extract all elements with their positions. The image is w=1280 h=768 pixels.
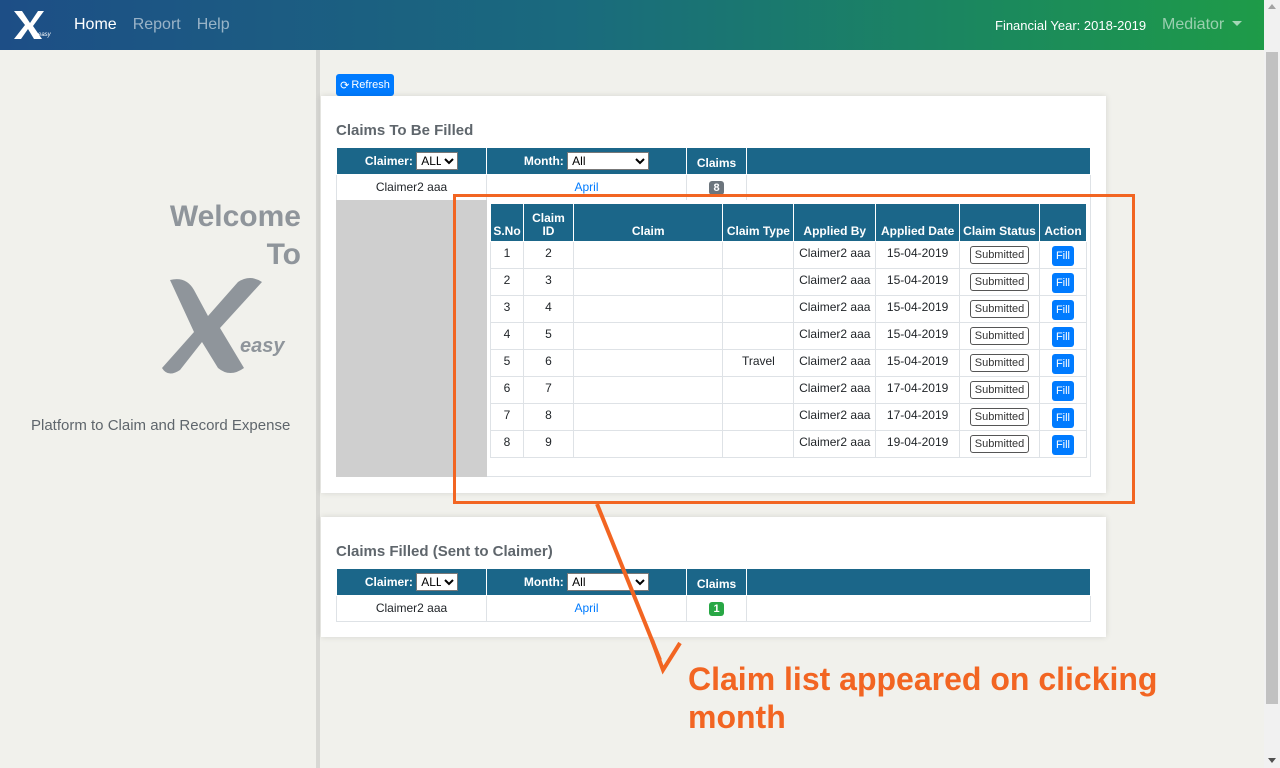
month-link[interactable]: April [574,180,598,194]
to-line: To [266,238,301,271]
welcome-heading: Welcome To [170,198,301,274]
refresh-icon: ⟳ [340,79,350,92]
nav-home[interactable]: Home [66,16,125,34]
filled-month-select[interactable]: All [567,572,650,591]
scroll-down-icon[interactable] [1268,758,1276,763]
user-menu[interactable]: Mediator [1162,16,1243,34]
caret-down-icon [1232,21,1243,26]
claims-count-badge: 8 [709,180,724,195]
to-be-filled-summary-table: Claimer: ALL Month: All Claims Claimer2 … [336,148,1091,201]
filled-month-cell: April [486,594,687,622]
welcome-line: Welcome [169,200,301,233]
month-select[interactable]: All [567,151,650,170]
filled-month-filter-header: Month: All [486,569,687,596]
refresh-label: Refresh [351,79,390,91]
filled-empty-cell [746,594,1091,622]
panel-divider [316,50,320,768]
claims-header: Claims [686,148,747,175]
scroll-thumb[interactable] [1266,52,1278,704]
tagline: Platform to Claim and Record Expense [31,417,291,434]
svg-text:easy: easy [38,32,52,38]
financial-year: Financial Year: 2018-2019 [995,18,1147,33]
filled-claims-header: Claims [686,569,747,596]
claimer-filter-header: Claimer: ALL [336,148,487,175]
filled-claimer-label: Claimer: [364,574,413,589]
user-name: Mediator [1162,16,1225,33]
claimer-label: Claimer: [364,153,413,168]
filled-month-link[interactable]: April [574,601,598,615]
filled-claimer-cell: Claimer2 aaa [336,594,487,622]
annotation-highlight-box [453,194,1135,504]
section-title-to-be-filled: Claims To Be Filled [336,122,474,139]
empty-header [746,148,1091,175]
filled-claims-count-badge: 1 [709,601,724,616]
xeasy-logo: easy [160,276,295,381]
month-filter-header: Month: All [486,148,687,175]
month-label: Month: [523,153,564,168]
refresh-button[interactable]: ⟳ Refresh [336,74,394,96]
filled-claimer-select[interactable]: ALL [416,572,459,591]
scroll-up-icon[interactable] [1268,4,1276,9]
nav-report[interactable]: Report [125,16,189,34]
annotation-text: Claim list appeared on clicking month [688,661,1158,735]
filled-claimer-filter-header: Claimer: ALL [336,569,487,596]
claimer-select[interactable]: ALL [416,151,459,170]
section-title-filled: Claims Filled (Sent to Claimer) [336,543,553,560]
filled-empty-header [746,569,1091,596]
filled-claims-count-cell: 1 [686,594,747,622]
filled-month-label: Month: [523,574,564,589]
filled-summary-table: Claimer: ALL Month: All Claims Claimer2 … [336,569,1091,622]
brand-logo[interactable]: easy [12,0,60,50]
svg-text:easy: easy [240,335,285,357]
nav-help[interactable]: Help [189,16,238,34]
